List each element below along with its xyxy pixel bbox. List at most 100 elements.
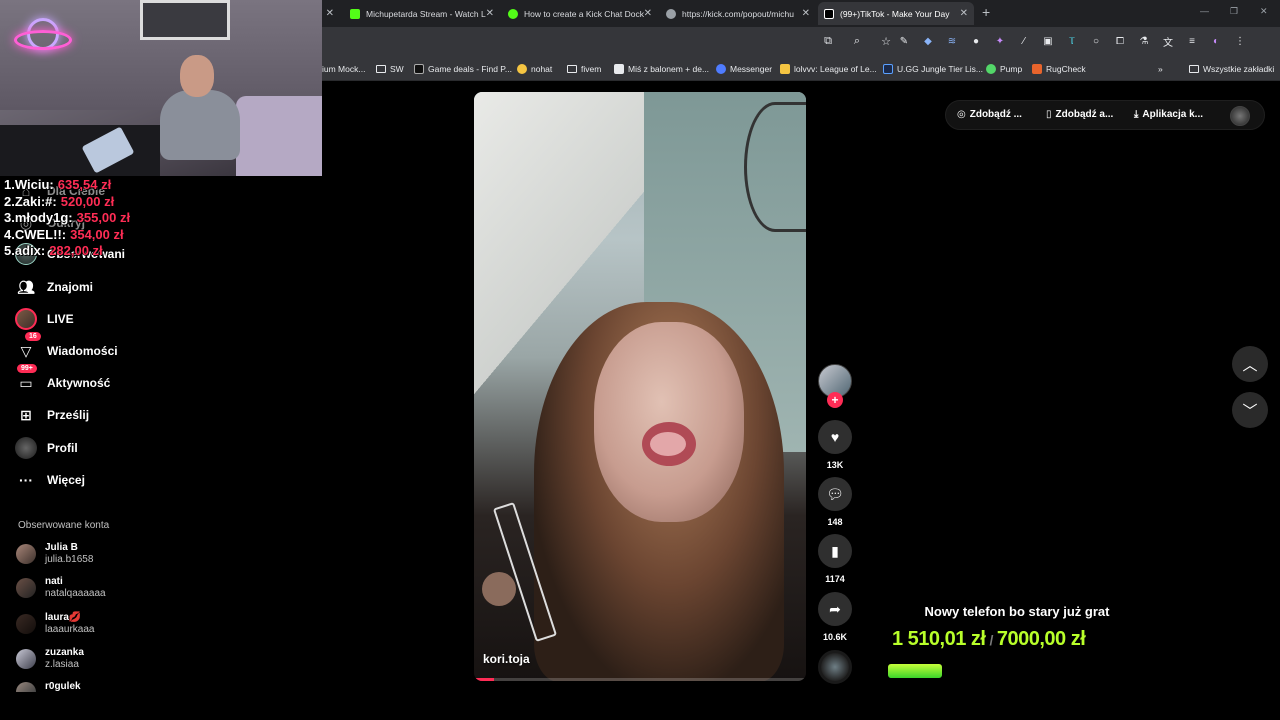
avatar (16, 578, 36, 598)
previous-video-button[interactable]: ︿ (1232, 346, 1268, 382)
gg-icon (414, 64, 424, 74)
translate-extension-icon[interactable]: Ⲧ (1064, 33, 1080, 49)
bookmark[interactable]: lolvvv: League of Le... (780, 62, 877, 76)
all-bookmarks[interactable]: Wszystkie zakładki (1189, 62, 1274, 76)
new-tab-button[interactable]: + (982, 4, 990, 20)
image-extension-icon[interactable]: ▣ (1040, 33, 1056, 49)
donation-amount: 635,54 zł (57, 177, 112, 192)
avatar (16, 682, 36, 692)
profile-avatar-icon[interactable]: ◐ (1208, 33, 1224, 49)
bookmark[interactable]: Game deals - Find P... (414, 62, 512, 76)
followed-account[interactable]: nati natalqaaaaaa (16, 576, 106, 600)
account-handle: julia.b1658 (45, 554, 94, 565)
slash-extension-icon[interactable]: ⁄ (1016, 33, 1032, 49)
tab-kick-chat-dock[interactable]: How to create a Kick Chat Dock ✕ (502, 2, 658, 25)
nav-friends[interactable]: 👥︎ Znajomi (15, 275, 93, 299)
profile-icon (15, 437, 37, 459)
followed-account[interactable]: laura💋 laaaurkaaa (16, 612, 94, 636)
close-icon[interactable]: ✕ (802, 8, 810, 19)
sparkle-extension-icon[interactable]: ✦ (992, 33, 1008, 49)
live-icon (15, 308, 37, 330)
video-progress-bar[interactable] (474, 678, 806, 681)
button-label: Zdobądź ... (969, 109, 1022, 120)
translate-icon[interactable]: 文 (1160, 33, 1176, 49)
extensions-puzzle-icon[interactable]: ⧠ (1112, 33, 1128, 49)
donation-goal-bar (888, 664, 1138, 678)
donation-goal-amounts: 1 510,01 zł/7000,00 zł (892, 628, 1086, 651)
nav-profile[interactable]: Profil (15, 436, 78, 460)
music-disc-icon[interactable] (818, 650, 852, 684)
bookmark[interactable]: U.GG Jungle Tier Lis... (883, 62, 983, 76)
followed-account[interactable]: zuzanka z.lasiaa (16, 647, 84, 671)
tab-kick-stream[interactable]: Michupetarda Stream - Watch L ✕ (344, 2, 500, 25)
get-coins-button[interactable]: ◎ Zdobądź ... (957, 109, 1022, 120)
close-icon[interactable]: ✕ (960, 8, 968, 19)
comment-button[interactable]: 💬︎ (818, 477, 852, 511)
bookmark-folder[interactable]: fivem (567, 62, 601, 76)
nav-live[interactable]: LIVE (15, 307, 74, 331)
extension-icon[interactable]: ◆ (920, 33, 936, 49)
bookmark-label: Messenger (730, 64, 773, 74)
lolvvv-icon (780, 64, 790, 74)
nav-label: LIVE (47, 312, 74, 326)
bookmark-star-icon[interactable]: ☆ (878, 33, 894, 49)
save-button[interactable]: ▮ (818, 534, 852, 568)
minimize-icon[interactable]: — (1200, 6, 1209, 16)
nav-label: Profil (47, 441, 78, 455)
close-icon[interactable]: ✕ (486, 8, 494, 19)
bookmark[interactable]: Pump (986, 62, 1022, 76)
share-count: 10.6K (822, 632, 848, 642)
bookmark-folder[interactable]: SW (376, 62, 404, 76)
desktop-app-button[interactable]: ⤓ Aplikacja k... (1134, 109, 1203, 120)
upload-icon: ⊞ (20, 406, 32, 423)
account-name: laura💋 (45, 612, 82, 623)
bookmark[interactable]: Miś z balonem + de... (614, 62, 709, 76)
nav-messages[interactable]: ▽ 16 Wiadomości (15, 332, 118, 363)
menu-kebab-icon[interactable]: ⋮ (1232, 33, 1248, 49)
close-icon[interactable]: ✕ (644, 8, 652, 19)
zoom-icon[interactable]: ⌕ (849, 33, 865, 49)
button-label: Aplikacja k... (1142, 109, 1204, 120)
get-app-button[interactable]: ▯ Zdobądź a... (1046, 109, 1113, 120)
bookmark[interactable]: Messenger (716, 62, 772, 76)
donation-leaderboard: 1.Wiciu: 635,54 zł 2.Zaki:#: 520,00 zł 3.m… (4, 177, 130, 260)
user-avatar[interactable] (1230, 106, 1250, 126)
tab-label: https://kick.com/popout/michu (682, 8, 794, 19)
flask-icon[interactable]: ⚗ (1136, 33, 1152, 49)
ring-extension-icon[interactable]: ○ (1088, 33, 1104, 49)
bookmarks-overflow[interactable]: » (1158, 62, 1163, 76)
close-icon[interactable]: ✕ (326, 8, 334, 19)
next-video-button[interactable]: ﹀ (1232, 392, 1268, 428)
nav-upload[interactable]: ⊞ Prześlij (15, 403, 89, 427)
like-button[interactable]: ♥ (818, 420, 852, 454)
followed-account[interactable]: Julia Bjulia.b1658 (16, 542, 93, 566)
media-icon[interactable]: ≡ (1184, 33, 1200, 49)
share-button[interactable]: ➦ (818, 592, 852, 626)
tab-kick-popout[interactable]: https://kick.com/popout/michu ✕ (660, 2, 816, 25)
avatar (16, 614, 36, 634)
circle-extension-icon[interactable]: ● (968, 33, 984, 49)
folder-icon (1189, 65, 1199, 73)
nav-activity[interactable]: ▭ 99+ Aktywność (15, 364, 110, 395)
follow-plus-icon[interactable]: + (827, 392, 843, 408)
install-app-icon[interactable]: ⧉ (820, 33, 836, 49)
bookmark[interactable]: nohat (517, 62, 552, 76)
bookmark[interactable]: RugCheck (1032, 62, 1086, 76)
restore-icon[interactable]: ❐ (1230, 6, 1238, 17)
close-window-icon[interactable]: ✕ (1260, 6, 1268, 17)
goal-separator: / (989, 632, 993, 648)
tab-tiktok[interactable]: (99+)TikTok - Make Your Day ✕ (818, 2, 974, 25)
tab-partial[interactable]: ✕ (322, 2, 340, 25)
video-author[interactable]: kori.toja (483, 652, 530, 666)
pill-icon (986, 64, 996, 74)
audio-extension-icon[interactable]: ≋ (944, 33, 960, 49)
donor-name: 1.Wiciu: (4, 177, 54, 192)
bookmark-label: RugCheck (1046, 64, 1086, 74)
phone-icon: ▯ (1046, 109, 1052, 120)
followed-account[interactable]: r0gulek (16, 681, 81, 693)
bookmark[interactable]: ium Mock... (322, 62, 365, 76)
bookmark-label: U.GG Jungle Tier Lis... (897, 64, 983, 74)
video-player[interactable]: kori.toja (474, 92, 806, 681)
nav-more[interactable]: ··· Więcej (15, 468, 85, 492)
pen-extension-icon[interactable]: ✎ (896, 33, 912, 49)
